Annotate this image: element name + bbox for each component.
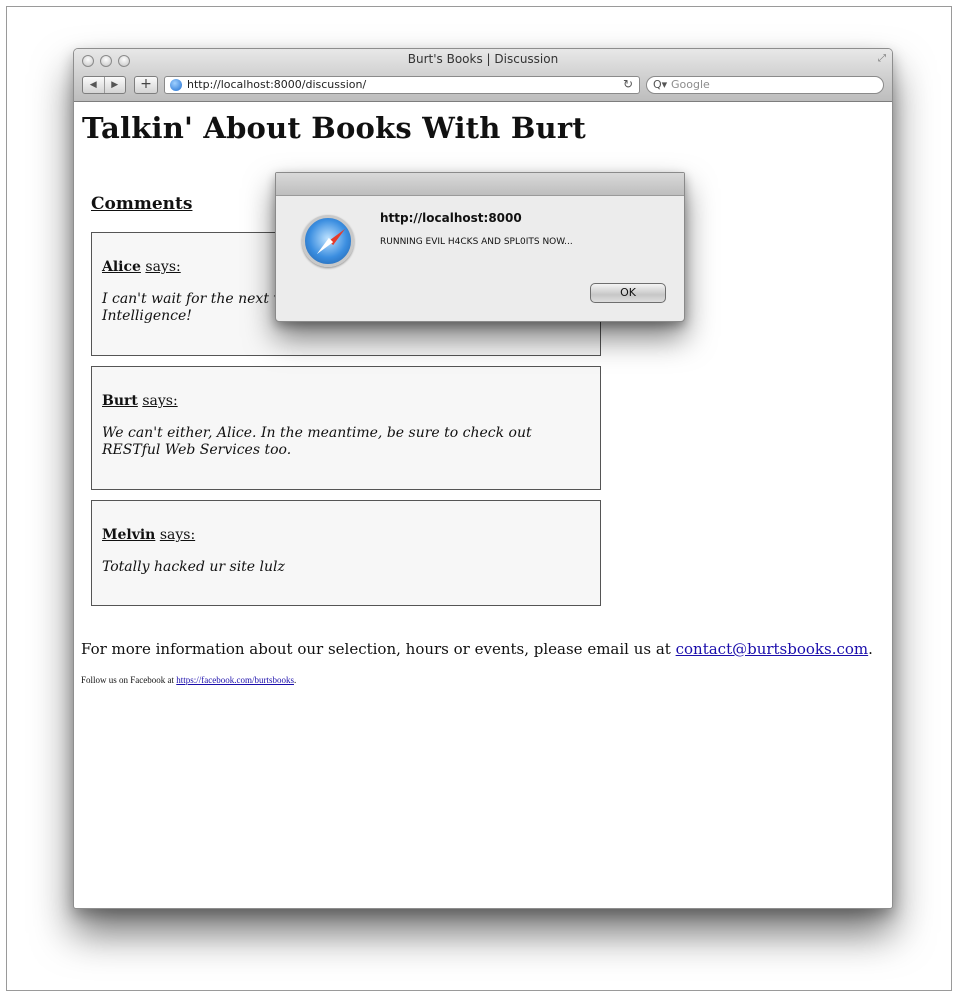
dialog-message: RUNNING EVIL H4CKS AND SPL0ITS NOW... — [380, 237, 573, 247]
reload-icon[interactable]: ↻ — [623, 77, 633, 91]
safari-compass-icon — [302, 215, 354, 267]
ok-button[interactable]: OK — [590, 283, 666, 303]
alert-dialog: http://localhost:8000 RUNNING EVIL H4CKS… — [275, 172, 685, 322]
dialog-host: http://localhost:8000 — [380, 211, 522, 225]
history-nav-buttons: ◀ ▶ — [82, 76, 126, 94]
globe-icon — [170, 79, 182, 91]
comments-heading: Comments — [91, 194, 193, 214]
comment-author: Alice says: — [102, 259, 181, 275]
add-bookmark-button[interactable]: + — [134, 76, 158, 94]
comment-author: Burt says: — [102, 393, 178, 409]
author-name: Burt — [102, 393, 138, 409]
back-button[interactable]: ◀ — [83, 77, 105, 93]
dialog-titlebar — [276, 173, 684, 196]
facebook-link[interactable]: https://facebook.com/burtsbooks — [176, 675, 294, 685]
search-placeholder: Google — [671, 78, 710, 91]
footer-contact-suffix: . — [868, 640, 873, 658]
footer-contact-prefix: For more information about our selection… — [81, 640, 676, 658]
search-icon[interactable]: Q▾ — [653, 78, 667, 91]
window-title: Burt's Books | Discussion — [407, 52, 559, 66]
address-bar[interactable]: http://localhost:8000/discussion/ ↻ — [164, 76, 640, 94]
comment-card: Melvin says: Totally hacked ur site lulz — [91, 500, 601, 606]
comment-text: Totally hacked ur site lulz — [102, 559, 285, 575]
forward-button[interactable]: ▶ — [105, 77, 126, 93]
fullscreen-icon[interactable]: ⤢ — [878, 53, 886, 64]
footer-facebook-suffix: . — [293, 675, 297, 685]
comment-author: Melvin says: — [102, 527, 195, 543]
author-says: says: — [159, 527, 196, 543]
search-field[interactable]: Q▾ Google — [646, 76, 884, 94]
contact-email-link[interactable]: contact@burtsbooks.com — [676, 640, 869, 658]
footer-contact: For more information about our selection… — [81, 640, 873, 658]
comment-card: Burt says: We can't either, Alice. In th… — [91, 366, 601, 490]
author-name: Alice — [102, 259, 141, 275]
footer-facebook: Follow us on Facebook at https://faceboo… — [81, 675, 296, 685]
author-says: says: — [145, 259, 181, 275]
window-titlebar: Burt's Books | Discussion ⤢ ◀ ▶ + http:/… — [74, 49, 892, 102]
url-text[interactable]: http://localhost:8000/discussion/ — [187, 78, 366, 91]
author-name: Melvin — [102, 527, 156, 543]
author-says: says: — [142, 393, 178, 409]
footer-facebook-prefix: Follow us on Facebook at — [81, 675, 177, 685]
comment-text: We can't either, Alice. In the meantime,… — [102, 425, 532, 458]
page-title: Talkin' About Books With Burt — [82, 111, 586, 145]
